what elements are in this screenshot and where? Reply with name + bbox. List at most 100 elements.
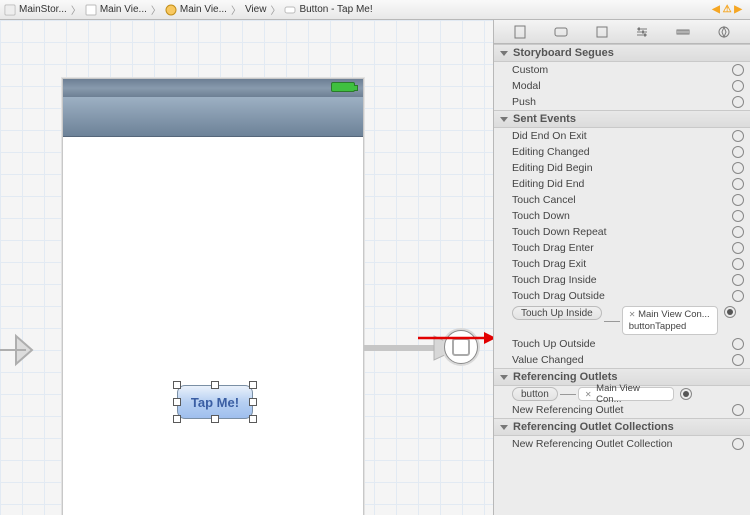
section-title: Referencing Outlet Collections xyxy=(513,421,674,433)
outlet-pill[interactable]: button xyxy=(512,387,558,401)
outlet-row-new[interactable]: New Referencing Outlet xyxy=(494,402,750,418)
inspector-panel: Storyboard Segues Custom Modal Push Sent… xyxy=(494,20,750,515)
event-row[interactable]: Touch Up Outside xyxy=(494,336,750,352)
connection-well-icon[interactable] xyxy=(732,146,744,158)
event-row[interactable]: Touch Drag Inside xyxy=(494,272,750,288)
connection-well-icon[interactable] xyxy=(724,306,736,318)
event-row[interactable]: Touch Drag Outside xyxy=(494,288,750,304)
event-row[interactable]: Touch Drag Exit xyxy=(494,256,750,272)
row-label: Touch Drag Exit xyxy=(512,258,726,270)
selection-handle[interactable] xyxy=(173,381,181,389)
segue-row-modal[interactable]: Modal xyxy=(494,78,750,94)
uibutton[interactable]: Tap Me! xyxy=(177,385,253,419)
connection-well-icon[interactable] xyxy=(732,290,744,302)
uibutton-label: Tap Me! xyxy=(191,395,239,410)
selection-handle[interactable] xyxy=(249,398,257,406)
tab-identity-icon[interactable] xyxy=(593,24,611,40)
canvas[interactable]: Tap Me! xyxy=(0,20,494,515)
connection-well-icon[interactable] xyxy=(732,242,744,254)
tab-attributes-icon[interactable] xyxy=(633,24,651,40)
inspector-tabs xyxy=(494,20,750,44)
breadcrumb-label: View xyxy=(245,4,267,15)
event-row[interactable]: Touch Drag Enter xyxy=(494,240,750,256)
event-pill[interactable]: Touch Up Inside xyxy=(512,306,602,320)
connection-well-icon[interactable] xyxy=(732,258,744,270)
event-row[interactable]: Editing Did Begin xyxy=(494,160,750,176)
tab-size-icon[interactable] xyxy=(674,24,692,40)
disclosure-triangle-icon[interactable] xyxy=(500,375,508,380)
disclosure-triangle-icon[interactable] xyxy=(500,117,508,122)
delete-connection-icon[interactable]: ✕ xyxy=(629,310,636,319)
segue-row-push[interactable]: Push xyxy=(494,94,750,110)
outlet-coll-row-new[interactable]: New Referencing Outlet Collection xyxy=(494,436,750,452)
tab-quick-help-icon[interactable] xyxy=(552,24,570,40)
section-sent-events[interactable]: Sent Events xyxy=(494,110,750,128)
delete-connection-icon[interactable]: ✕ xyxy=(585,390,592,399)
event-row[interactable]: Editing Changed xyxy=(494,144,750,160)
connection-well-icon[interactable] xyxy=(732,354,744,366)
breadcrumb-label: Main Vie... xyxy=(100,4,147,15)
disclosure-triangle-icon[interactable] xyxy=(500,51,508,56)
event-row-touch-up-inside[interactable]: Touch Up Inside ✕ Main View Con... butto… xyxy=(494,304,750,336)
row-label: Touch Drag Inside xyxy=(512,274,726,286)
initial-view-segue-arrow[interactable] xyxy=(0,330,46,370)
segue-row-custom[interactable]: Custom xyxy=(494,62,750,78)
connection-well-icon[interactable] xyxy=(732,178,744,190)
selection-handle[interactable] xyxy=(249,381,257,389)
breadcrumb-item-view[interactable]: View xyxy=(245,4,267,15)
connection-well-icon[interactable] xyxy=(732,210,744,222)
connection-well-icon[interactable] xyxy=(732,194,744,206)
section-storyboard-segues[interactable]: Storyboard Segues xyxy=(494,44,750,62)
row-label: New Referencing Outlet xyxy=(512,404,726,416)
disclosure-triangle-icon[interactable] xyxy=(500,425,508,430)
status-bar xyxy=(63,79,363,97)
connection-target[interactable]: ✕ Main View Con... xyxy=(578,387,674,401)
device-view[interactable]: Tap Me! xyxy=(62,78,364,515)
breadcrumb-item-button[interactable]: Button - Tap Me! xyxy=(284,4,372,16)
connection-well-icon[interactable] xyxy=(732,226,744,238)
tab-connections-icon[interactable] xyxy=(715,24,733,40)
breadcrumb-label: Main Vie... xyxy=(180,4,227,15)
breadcrumb-label: Button - Tap Me! xyxy=(299,4,372,15)
selection-handle[interactable] xyxy=(173,398,181,406)
connection-well-icon[interactable] xyxy=(732,162,744,174)
selection-handle[interactable] xyxy=(249,415,257,423)
connection-well-icon[interactable] xyxy=(732,404,744,416)
breadcrumb-sep-icon: 〉 xyxy=(270,2,280,17)
outlet-row-button[interactable]: button ✕ Main View Con... xyxy=(494,386,750,402)
scene-icon xyxy=(85,4,97,16)
row-label: New Referencing Outlet Collection xyxy=(512,438,726,450)
tab-file-icon[interactable] xyxy=(511,24,529,40)
section-referencing-outlet-collections[interactable]: Referencing Outlet Collections xyxy=(494,418,750,436)
event-row[interactable]: Touch Cancel xyxy=(494,192,750,208)
row-label: Editing Changed xyxy=(512,146,726,158)
row-label: Touch Down xyxy=(512,210,726,222)
connection-well-icon[interactable] xyxy=(732,64,744,76)
event-row[interactable]: Touch Down xyxy=(494,208,750,224)
row-label: Touch Cancel xyxy=(512,194,726,206)
connection-well-icon[interactable] xyxy=(732,96,744,108)
selection-handle[interactable] xyxy=(173,415,181,423)
event-row[interactable]: Touch Down Repeat xyxy=(494,224,750,240)
breadcrumb-item-controller[interactable]: Main Vie... xyxy=(165,4,227,16)
uibutton-selected[interactable]: Tap Me! xyxy=(177,385,253,419)
warning-badge-icon[interactable]: ◀ ⚠ ▶ xyxy=(712,4,742,15)
storyboard-file-icon xyxy=(4,4,16,16)
connection-well-icon[interactable] xyxy=(732,130,744,142)
connection-well-icon[interactable] xyxy=(732,80,744,92)
breadcrumb-item-file[interactable]: MainStor... xyxy=(4,4,67,16)
connection-well-icon[interactable] xyxy=(732,438,744,450)
row-label: Value Changed xyxy=(512,354,726,366)
connection-target[interactable]: ✕ Main View Con... buttonTapped xyxy=(622,306,718,335)
connection-well-icon[interactable] xyxy=(680,388,692,400)
selection-handle[interactable] xyxy=(211,381,219,389)
event-row[interactable]: Did End On Exit xyxy=(494,128,750,144)
breadcrumb: MainStor... 〉 Main Vie... 〉 Main Vie... … xyxy=(0,0,750,20)
selection-handle[interactable] xyxy=(211,415,219,423)
event-row[interactable]: Value Changed xyxy=(494,352,750,368)
row-label: Touch Drag Outside xyxy=(512,290,726,302)
event-row[interactable]: Editing Did End xyxy=(494,176,750,192)
breadcrumb-item-scene[interactable]: Main Vie... xyxy=(85,4,147,16)
connection-well-icon[interactable] xyxy=(732,274,744,286)
connection-well-icon[interactable] xyxy=(732,338,744,350)
